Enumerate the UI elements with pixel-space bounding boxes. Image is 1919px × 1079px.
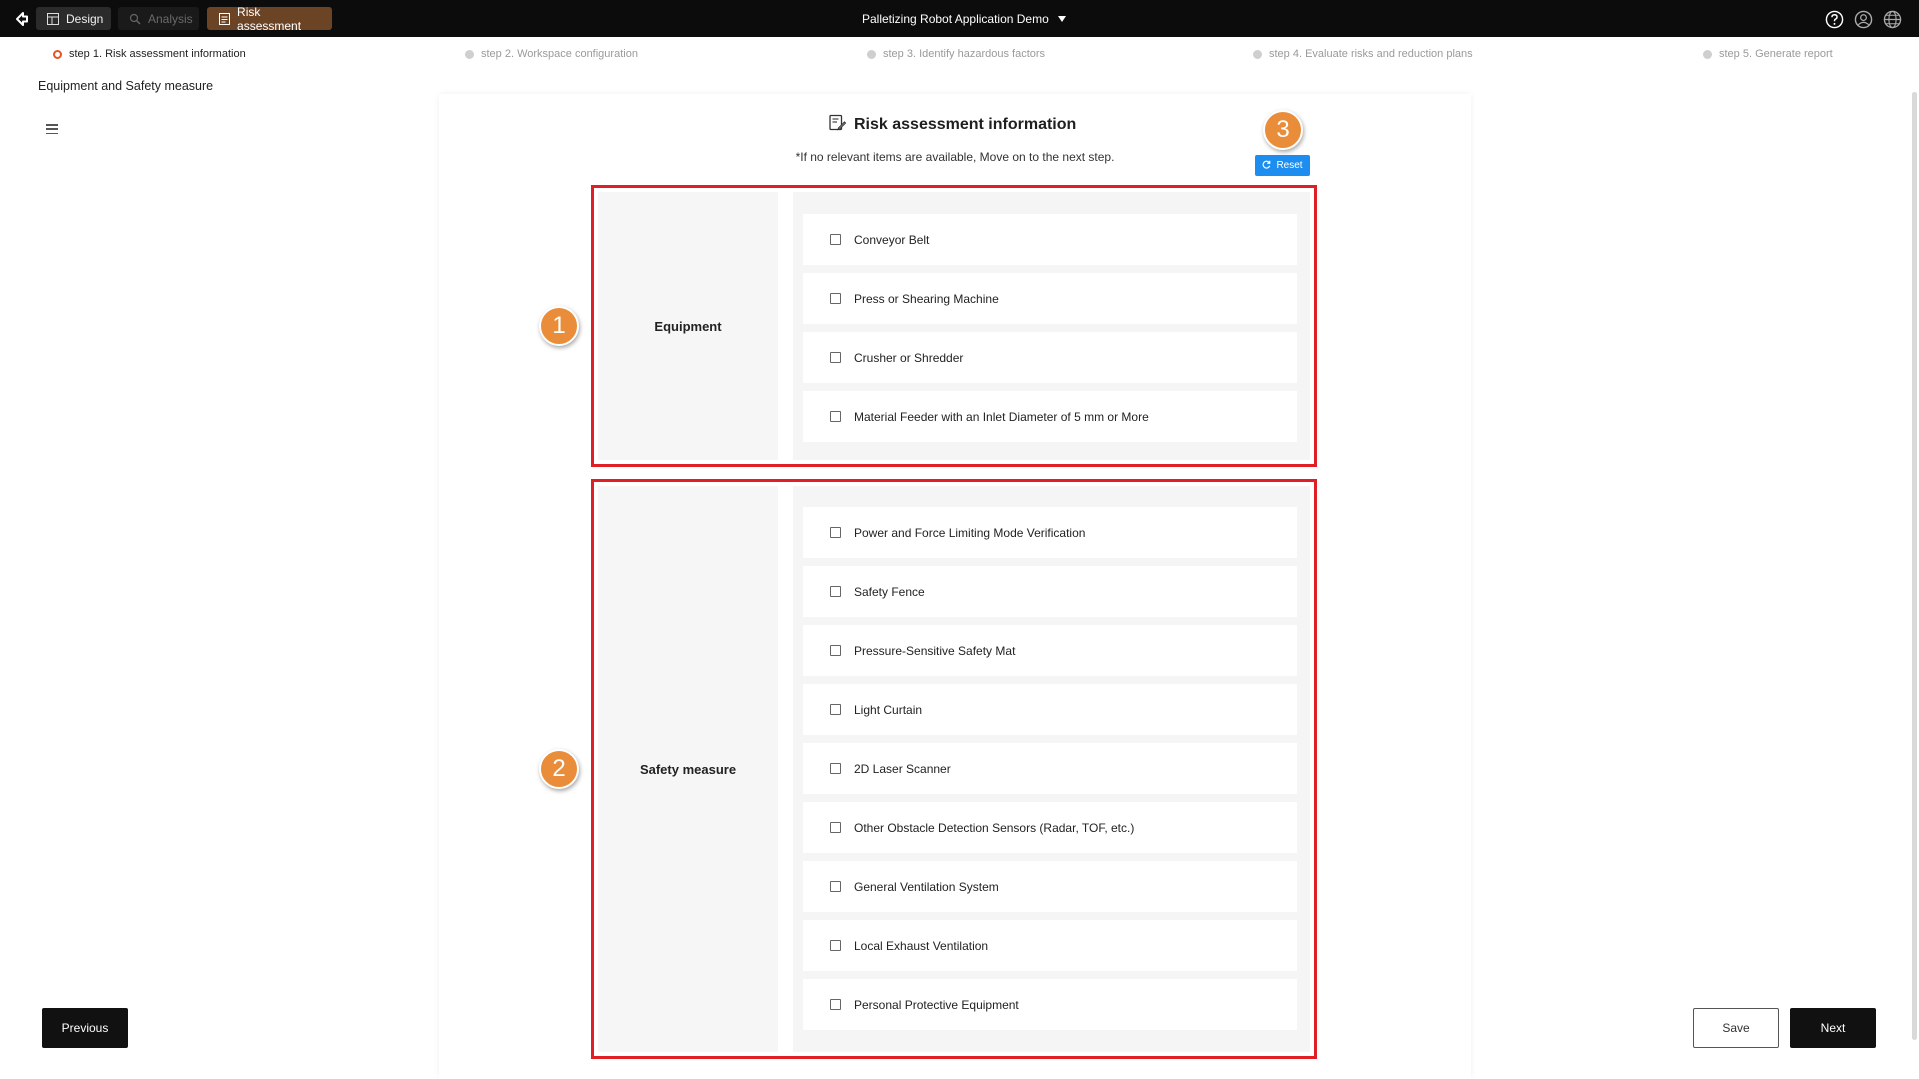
globe-icon[interactable] xyxy=(1882,9,1902,29)
option-label: 2D Laser Scanner xyxy=(854,761,951,776)
checkbox[interactable] xyxy=(830,293,841,304)
equipment-option-crusher[interactable]: Crusher or Shredder xyxy=(803,332,1297,383)
safety-option-general-ventilation[interactable]: General Ventilation System xyxy=(803,861,1297,912)
equipment-label: Equipment xyxy=(598,192,778,460)
equipment-option-press[interactable]: Press or Shearing Machine xyxy=(803,273,1297,324)
safety-option-light-curtain[interactable]: Light Curtain xyxy=(803,684,1297,735)
tab-analysis-label: Analysis xyxy=(148,11,193,26)
step-2-label: step 2. Workspace configuration xyxy=(481,48,638,60)
equipment-option-material-feeder[interactable]: Material Feeder with an Inlet Diameter o… xyxy=(803,391,1297,442)
checkbox[interactable] xyxy=(830,881,841,892)
safety-option-laser-scanner[interactable]: 2D Laser Scanner xyxy=(803,743,1297,794)
step-indicator-icon xyxy=(867,49,876,59)
checkbox[interactable] xyxy=(830,999,841,1010)
menu-toggle-icon[interactable] xyxy=(45,122,59,136)
safety-measure-section: Safety measure Power and Force Limiting … xyxy=(591,479,1317,1059)
safety-option-pfl-verification[interactable]: Power and Force Limiting Mode Verificati… xyxy=(803,507,1297,558)
option-label: Personal Protective Equipment xyxy=(854,997,1019,1012)
option-label: Other Obstacle Detection Sensors (Radar,… xyxy=(854,820,1135,835)
option-label: General Ventilation System xyxy=(854,879,999,894)
step-1[interactable]: step 1. Risk assessment information xyxy=(53,47,246,61)
option-label: Material Feeder with an Inlet Diameter o… xyxy=(854,409,1149,424)
analysis-icon xyxy=(129,12,141,25)
project-name: Palletizing Robot Application Demo xyxy=(862,12,1049,26)
option-label: Light Curtain xyxy=(854,702,923,717)
checkbox[interactable] xyxy=(830,352,841,363)
next-button[interactable]: Next xyxy=(1790,1008,1876,1048)
tab-risk-assessment[interactable]: Risk assessment xyxy=(207,4,332,33)
back-arrow-icon[interactable] xyxy=(11,8,33,30)
safety-measure-options: Power and Force Limiting Mode Verificati… xyxy=(793,486,1310,1052)
safety-option-ppe[interactable]: Personal Protective Equipment xyxy=(803,979,1297,1030)
safety-option-safety-mat[interactable]: Pressure-Sensitive Safety Mat xyxy=(803,625,1297,676)
step-indicator-icon xyxy=(53,49,62,59)
option-label: Press or Shearing Machine xyxy=(854,291,999,306)
layout-icon xyxy=(47,12,59,25)
option-label: Pressure-Sensitive Safety Mat xyxy=(854,643,1016,658)
refresh-icon xyxy=(1262,160,1271,172)
step-indicator-icon xyxy=(1703,49,1712,59)
form-note: *If no relevant items are available, Mov… xyxy=(795,150,1115,164)
tab-design-label: Design xyxy=(66,11,104,26)
step-4-label: step 4. Evaluate risks and reduction pla… xyxy=(1269,48,1473,60)
step-3[interactable]: step 3. Identify hazardous factors xyxy=(867,47,1045,61)
checkbox[interactable] xyxy=(830,940,841,951)
form-title-text: Risk assessment information xyxy=(854,116,1077,133)
top-bar: Design Analysis Risk assessment Palletiz… xyxy=(0,0,1919,37)
equipment-options: Conveyor Belt Press or Shearing Machine … xyxy=(793,192,1310,460)
help-icon[interactable] xyxy=(1824,9,1844,29)
option-label: Crusher or Shredder xyxy=(854,350,964,365)
safety-option-local-exhaust[interactable]: Local Exhaust Ventilation xyxy=(803,920,1297,971)
safety-option-safety-fence[interactable]: Safety Fence xyxy=(803,566,1297,617)
caret-down-icon xyxy=(1057,16,1066,22)
option-label: Safety Fence xyxy=(854,584,925,599)
step-1-label: step 1. Risk assessment information xyxy=(69,48,246,60)
equipment-section: Equipment Conveyor Belt Press or Shearin… xyxy=(591,185,1317,467)
edit-document-icon xyxy=(829,114,847,136)
document-icon xyxy=(218,12,230,25)
safety-option-obstacle-sensors[interactable]: Other Obstacle Detection Sensors (Radar,… xyxy=(803,802,1297,853)
tab-design[interactable]: Design xyxy=(36,7,111,30)
option-label: Local Exhaust Ventilation xyxy=(854,938,989,953)
option-label: Power and Force Limiting Mode Verificati… xyxy=(854,525,1086,540)
step-2[interactable]: step 2. Workspace configuration xyxy=(465,47,638,61)
step-5-label: step 5. Generate report xyxy=(1719,48,1833,60)
annotation-badge-1: 1 xyxy=(539,306,579,346)
section-label: Equipment and Safety measure xyxy=(38,79,214,93)
option-label: Conveyor Belt xyxy=(854,232,930,247)
step-3-label: step 3. Identify hazardous factors xyxy=(883,48,1046,60)
checkbox[interactable] xyxy=(830,704,841,715)
checkbox[interactable] xyxy=(830,645,841,656)
annotation-badge-3: 3 xyxy=(1263,110,1303,150)
equipment-option-conveyor-belt[interactable]: Conveyor Belt xyxy=(803,214,1297,265)
form-title: Risk assessment information xyxy=(829,114,1076,136)
checkbox[interactable] xyxy=(830,411,841,422)
step-4[interactable]: step 4. Evaluate risks and reduction pla… xyxy=(1253,47,1473,61)
reset-button[interactable]: Reset xyxy=(1255,155,1310,176)
step-5[interactable]: step 5. Generate report xyxy=(1703,47,1833,61)
user-icon[interactable] xyxy=(1853,9,1873,29)
tab-analysis[interactable]: Analysis xyxy=(118,7,199,30)
reset-label: Reset xyxy=(1276,160,1303,171)
annotation-badge-2: 2 xyxy=(539,749,579,789)
scrollbar-thumb[interactable] xyxy=(1912,92,1917,1040)
tab-risk-assessment-label: Risk assessment xyxy=(237,4,302,33)
step-indicator-icon xyxy=(1253,49,1262,59)
checkbox[interactable] xyxy=(830,763,841,774)
checkbox[interactable] xyxy=(830,527,841,538)
checkbox[interactable] xyxy=(830,586,841,597)
save-button[interactable]: Save xyxy=(1693,1008,1779,1048)
project-selector[interactable]: Palletizing Robot Application Demo xyxy=(862,10,1066,28)
previous-button[interactable]: Previous xyxy=(42,1008,128,1048)
step-indicator-icon xyxy=(465,49,474,59)
checkbox[interactable] xyxy=(830,822,841,833)
safety-measure-label: Safety measure xyxy=(598,486,778,1052)
checkbox[interactable] xyxy=(830,234,841,245)
